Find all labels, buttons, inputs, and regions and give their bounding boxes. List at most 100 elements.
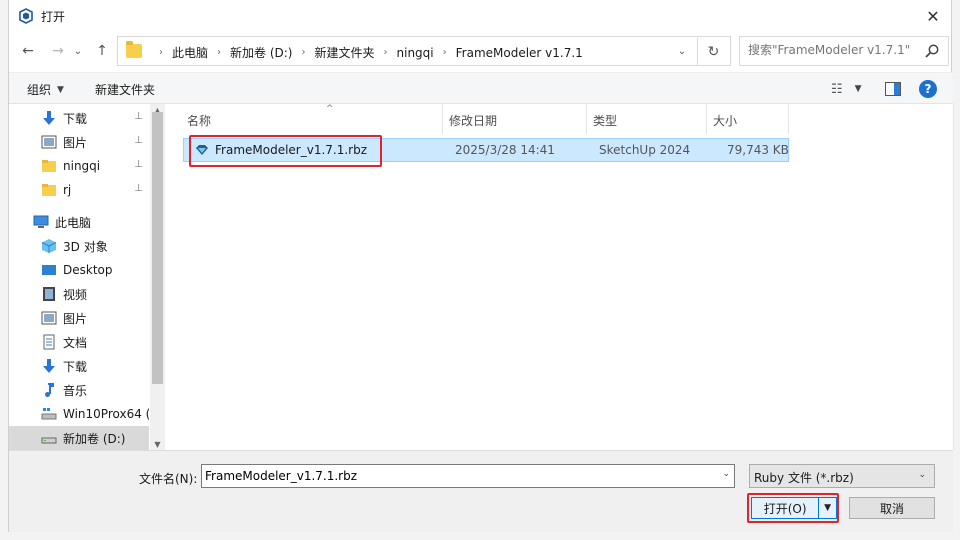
breadcrumb-separator[interactable]: › (301, 47, 305, 58)
cancel-button[interactable]: 取消 (849, 497, 935, 519)
column-header-type[interactable]: 类型 (587, 104, 707, 134)
video-icon (43, 287, 55, 301)
nav-item-documents[interactable]: 文档 (9, 330, 149, 354)
column-header-size[interactable]: 大小 (707, 104, 789, 134)
breadcrumb-item[interactable]: 新加卷 (D:) (230, 44, 292, 61)
pin-icon: ⊥ (134, 159, 143, 170)
organize-label: 组织 (27, 83, 52, 97)
scrollbar-thumb[interactable] (152, 112, 163, 384)
computer-icon (33, 215, 49, 228)
up-button[interactable]: ↑ (91, 40, 113, 62)
window-title: 打开 (41, 10, 66, 24)
organize-button[interactable]: 组织 ▼ (27, 81, 64, 98)
desktop-icon (42, 265, 56, 275)
cancel-button-label: 取消 (879, 501, 904, 516)
refresh-icon: ↻ (707, 44, 720, 60)
preview-pane-button[interactable] (885, 79, 901, 99)
document-icon (43, 334, 55, 350)
nav-item-pictures-quick[interactable]: 图片 ⊥ (9, 130, 149, 154)
pin-icon: ⊥ (134, 183, 143, 194)
nav-item-label: 图片 (63, 311, 88, 326)
picture-icon (41, 311, 57, 325)
download-icon (43, 359, 55, 373)
address-bar[interactable]: › 此电脑 › 新加卷 (D:) › 新建文件夹 › ningqi › Fram… (117, 36, 731, 66)
breadcrumb-separator: › (159, 47, 163, 58)
nav-item-ningqi[interactable]: ningqi ⊥ (9, 154, 149, 178)
view-options-button[interactable]: ☷ ▼ (831, 79, 862, 99)
nav-item-label: 下载 (63, 359, 88, 374)
help-button[interactable]: ? (919, 79, 937, 99)
chevron-down-icon: ⌄ (73, 45, 83, 57)
nav-item-this-pc[interactable]: 此电脑 (9, 210, 149, 234)
preview-pane-icon (885, 82, 901, 96)
nav-item-pictures[interactable]: 图片 (9, 306, 149, 330)
chevron-down-icon: ⌄ (677, 45, 687, 57)
breadcrumb-separator[interactable]: › (443, 47, 447, 58)
file-modified-date: 2025/3/28 14:41 (455, 143, 555, 157)
nav-item-rj[interactable]: rj ⊥ (9, 178, 149, 202)
list-divider (953, 104, 954, 450)
forward-button[interactable]: → (47, 40, 69, 62)
navigation-bar: ← → ⌄ ↑ › 此电脑 › 新加卷 (D:) › 新建文件夹 › ningq… (9, 34, 953, 68)
drive-icon (41, 437, 57, 444)
nav-item-downloads[interactable]: 下载 (9, 354, 149, 378)
arrow-left-icon: ← (22, 43, 34, 59)
nav-item-label: 图片 (63, 135, 88, 150)
filename-combobox[interactable]: ⌄ (201, 464, 735, 488)
nav-item-music[interactable]: 音乐 (9, 378, 149, 402)
nav-item-3d-objects[interactable]: 3D 对象 (9, 234, 149, 258)
close-button[interactable]: ✕ (913, 0, 953, 32)
nav-pane-scrollbar[interactable]: ▲ ▼ (150, 104, 165, 450)
back-button[interactable]: ← (17, 40, 39, 62)
column-label: 名称 (187, 114, 212, 128)
nav-item-label: ningqi (63, 159, 101, 173)
title-bar: 打开 ✕ (9, 0, 953, 32)
breadcrumb-item[interactable]: 新建文件夹 (314, 44, 374, 61)
new-folder-button[interactable]: 新建文件夹 (95, 81, 155, 98)
picture-icon (41, 135, 57, 149)
open-file-dialog: 打开 ✕ ← → ⌄ ↑ › 此电脑 › 新加卷 (D:) › 新建文件夹 › … (8, 0, 954, 532)
search-icon[interactable] (924, 43, 940, 59)
pin-icon: ⊥ (134, 111, 143, 122)
breadcrumb-separator[interactable]: › (384, 47, 388, 58)
new-folder-label: 新建文件夹 (95, 83, 156, 97)
column-label: 大小 (713, 114, 738, 128)
download-icon (43, 111, 55, 125)
scroll-down-arrow[interactable]: ▼ (150, 438, 165, 450)
nav-item-label: 3D 对象 (63, 239, 108, 254)
pin-icon: ⊥ (134, 135, 143, 146)
background-left (0, 0, 8, 540)
close-icon: ✕ (926, 6, 940, 26)
nav-item-label: 下载 (63, 111, 88, 126)
search-input[interactable] (748, 43, 916, 57)
search-box[interactable] (739, 36, 949, 66)
highlight-box-open (747, 493, 839, 523)
file-size: 79,743 KB (727, 143, 789, 157)
nav-item-drive-d[interactable]: 新加卷 (D:) (9, 426, 149, 450)
nav-item-downloads-quick[interactable]: 下载 ⊥ (9, 106, 149, 130)
breadcrumb-item[interactable]: FrameModeler v1.7.1 (456, 46, 583, 60)
breadcrumb-item[interactable]: ningqi (397, 46, 434, 60)
column-label: 类型 (593, 114, 618, 128)
refresh-button[interactable]: ↻ (697, 38, 729, 66)
arrow-right-icon: → (52, 43, 64, 59)
address-dropdown-button[interactable]: ⌄ (670, 37, 694, 65)
column-header-modified[interactable]: 修改日期 (443, 104, 587, 134)
filename-input[interactable] (205, 469, 705, 483)
highlight-box-file (189, 135, 382, 167)
nav-item-label: Desktop (63, 263, 113, 277)
breadcrumb-separator[interactable]: › (217, 47, 221, 58)
column-label: 修改日期 (449, 114, 498, 128)
breadcrumb-item[interactable]: 此电脑 (172, 44, 208, 61)
folder-icon (42, 184, 56, 196)
column-header-name[interactable]: ^ 名称 (181, 104, 443, 134)
chevron-down-icon[interactable]: ⌄ (722, 469, 730, 479)
nav-item-desktop[interactable]: Desktop (9, 258, 149, 282)
file-type-select[interactable]: Ruby 文件 (*.rbz) ⌄ (749, 464, 935, 488)
nav-item-label: 音乐 (63, 383, 88, 398)
nav-item-label: 视频 (63, 287, 88, 302)
arrow-up-icon: ↑ (96, 43, 108, 59)
nav-item-drive-c[interactable]: Win10Prox64 (C (9, 402, 149, 426)
recent-locations-button[interactable]: ⌄ (71, 40, 85, 62)
nav-item-videos[interactable]: 视频 (9, 282, 149, 306)
